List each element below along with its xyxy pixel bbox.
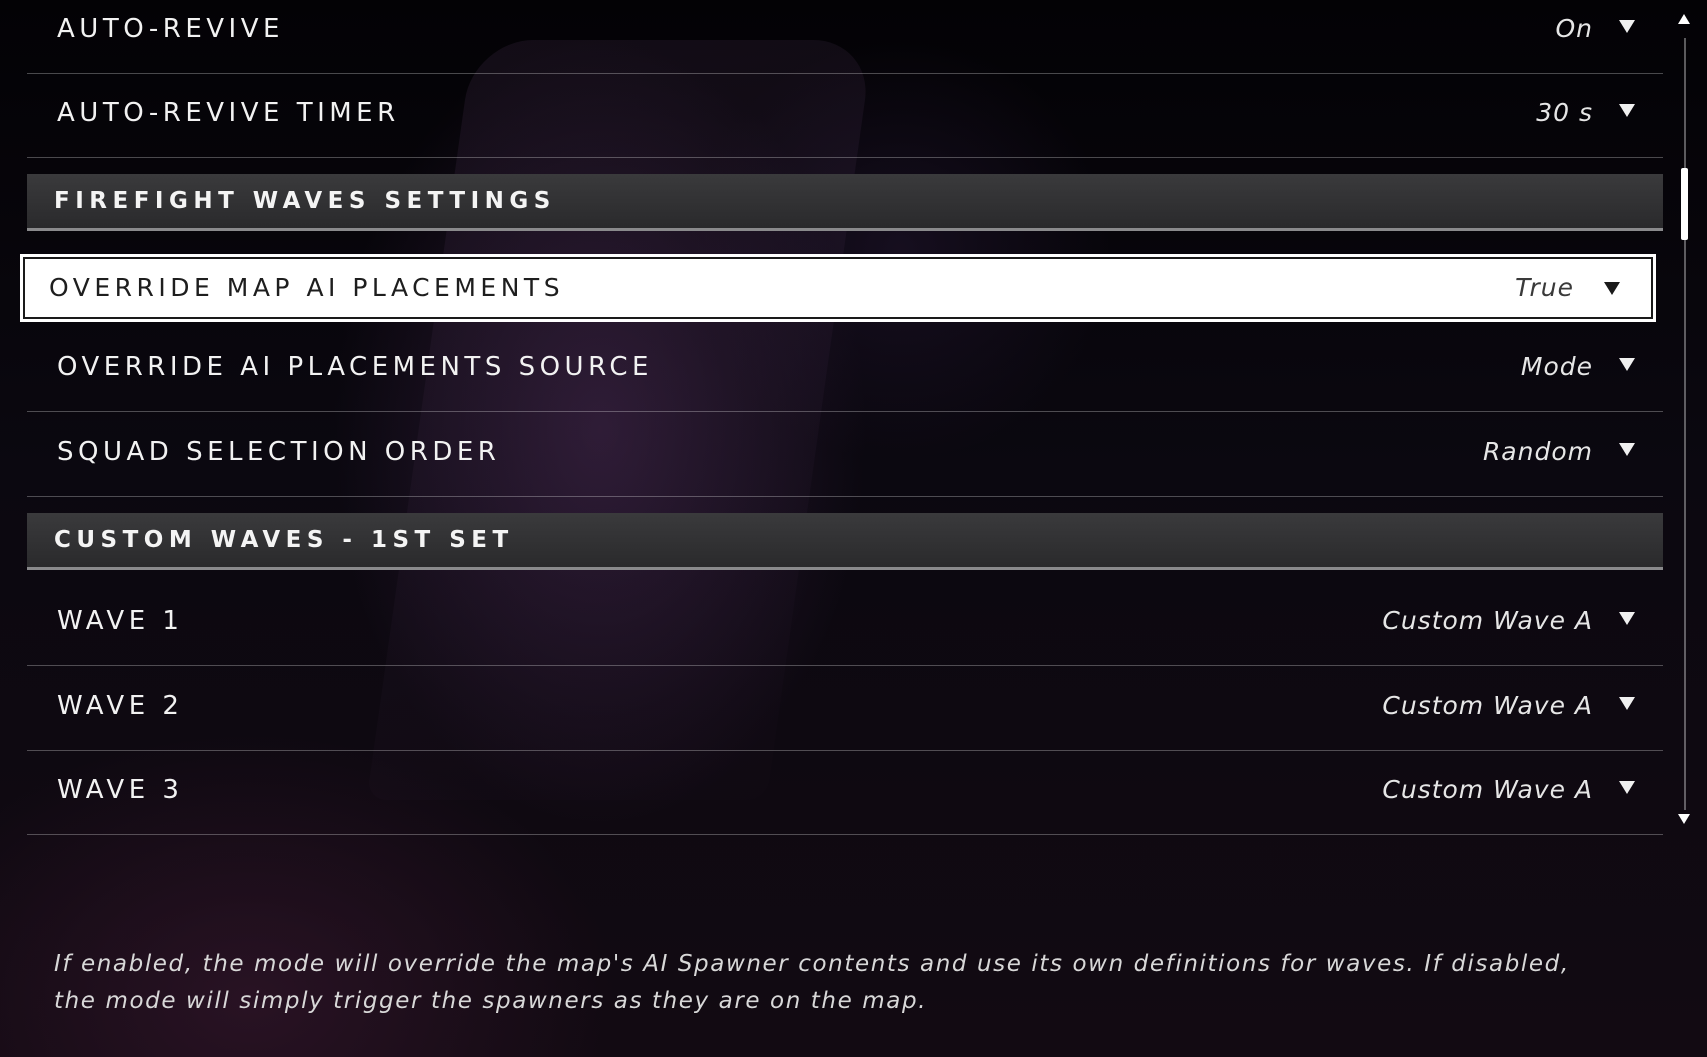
setting-row-wave-2[interactable]: WAVE 2 Custom Wave A (27, 667, 1663, 751)
setting-label: AUTO-REVIVE (57, 14, 284, 44)
setting-value[interactable]: Mode (1521, 352, 1593, 382)
setting-value[interactable]: 30 s (1536, 98, 1593, 128)
setting-label: OVERRIDE MAP AI PLACEMENTS (49, 273, 565, 302)
setting-row-auto-revive-timer[interactable]: AUTO-REVIVE TIMER 30 s (27, 74, 1663, 158)
caret-down-icon[interactable] (1619, 781, 1635, 794)
caret-down-icon[interactable] (1619, 697, 1635, 710)
caret-down-icon[interactable] (1619, 612, 1635, 625)
setting-value[interactable]: Custom Wave A (1382, 775, 1593, 805)
setting-row-override-ai-placements-source[interactable]: OVERRIDE AI PLACEMENTS SOURCE Mode (27, 328, 1663, 412)
setting-value[interactable]: Random (1483, 437, 1593, 467)
setting-value[interactable]: On (1555, 14, 1593, 44)
section-title: CUSTOM WAVES - 1ST SET (54, 527, 514, 553)
section-title: FIREFIGHT WAVES SETTINGS (54, 188, 556, 214)
setting-label: WAVE 2 (57, 691, 184, 721)
scroll-down-arrow-icon[interactable] (1678, 814, 1690, 824)
setting-row-squad-selection-order[interactable]: SQUAD SELECTION ORDER Random (27, 413, 1663, 497)
caret-down-icon[interactable] (1619, 358, 1635, 371)
setting-row-override-map-ai-placements[interactable]: OVERRIDE MAP AI PLACEMENTS True (20, 254, 1656, 322)
setting-value[interactable]: True (1515, 274, 1574, 302)
section-header-firefight-waves: FIREFIGHT WAVES SETTINGS (27, 174, 1663, 231)
setting-label: WAVE 1 (57, 606, 184, 636)
setting-label: WAVE 3 (57, 775, 184, 805)
setting-value[interactable]: Custom Wave A (1382, 606, 1593, 636)
setting-row-wave-1[interactable]: WAVE 1 Custom Wave A (27, 582, 1663, 666)
caret-down-icon[interactable] (1619, 20, 1635, 33)
setting-label: OVERRIDE AI PLACEMENTS SOURCE (57, 352, 653, 382)
scrollbar-track[interactable] (1684, 38, 1686, 810)
caret-down-icon[interactable] (1619, 104, 1635, 117)
caret-down-icon[interactable] (1604, 282, 1620, 295)
setting-label: AUTO-REVIVE TIMER (57, 98, 400, 128)
section-header-custom-waves: CUSTOM WAVES - 1ST SET (27, 513, 1663, 570)
setting-row-auto-revive[interactable]: AUTO-REVIVE On (27, 0, 1663, 74)
scrollbar-thumb[interactable] (1681, 168, 1688, 240)
setting-description: If enabled, the mode will override the m… (54, 951, 1570, 1014)
setting-row-wave-3[interactable]: WAVE 3 Custom Wave A (27, 751, 1663, 835)
scroll-up-arrow-icon[interactable] (1678, 14, 1690, 24)
setting-value[interactable]: Custom Wave A (1382, 691, 1593, 721)
settings-list: AUTO-REVIVE On AUTO-REVIVE TIMER 30 s FI… (20, 0, 1663, 846)
setting-label: SQUAD SELECTION ORDER (57, 437, 501, 467)
caret-down-icon[interactable] (1619, 443, 1635, 456)
